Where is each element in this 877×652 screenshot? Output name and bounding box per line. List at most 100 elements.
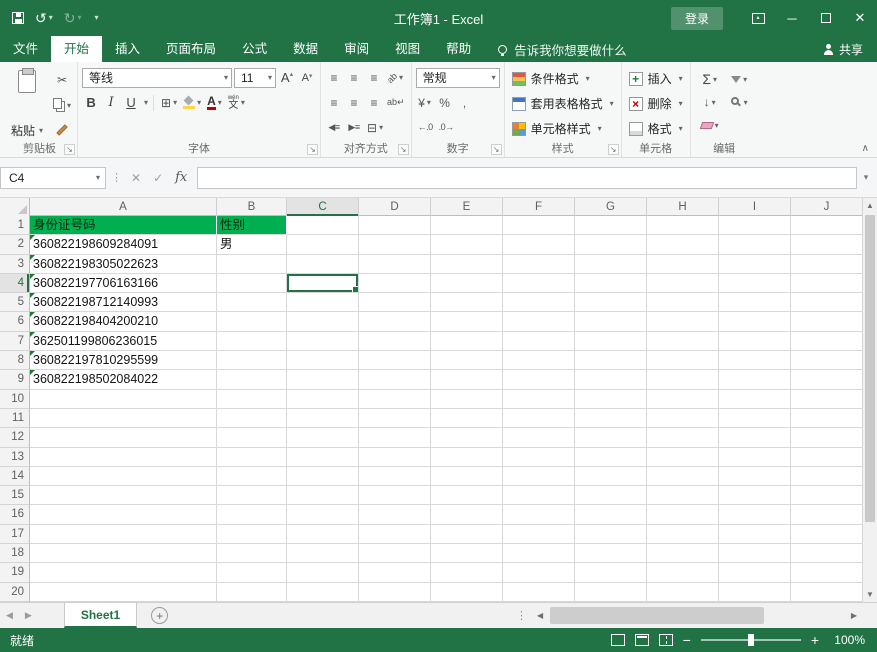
cell-J20[interactable] [791, 583, 862, 602]
cell-G1[interactable] [575, 216, 647, 235]
cell-H17[interactable] [647, 525, 719, 544]
tabbar-resize-handle[interactable]: ⋮ [516, 609, 527, 622]
cell-A20[interactable] [30, 583, 217, 602]
select-all-button[interactable] [0, 198, 30, 216]
align-top-button[interactable]: ≡ [325, 68, 343, 88]
cell-E20[interactable] [431, 583, 503, 602]
hscroll-track[interactable] [548, 603, 846, 628]
cell-H14[interactable] [647, 467, 719, 486]
cell-D8[interactable] [359, 351, 431, 370]
cell-J8[interactable] [791, 351, 862, 370]
qat-customize-button[interactable]: ▾ [93, 14, 99, 22]
cell-H8[interactable] [647, 351, 719, 370]
fill-button[interactable]: ↓▾ [699, 92, 721, 112]
cell-I10[interactable] [719, 390, 791, 409]
ribbon-tab-home[interactable]: 开始 [51, 36, 102, 62]
cell-J7[interactable] [791, 332, 862, 351]
cell-J18[interactable] [791, 544, 862, 563]
cell-J17[interactable] [791, 525, 862, 544]
cell-styles-button[interactable]: 单元格样式▾ [509, 117, 617, 140]
format-painter-button[interactable] [51, 120, 73, 140]
sheet-nav-next-icon[interactable]: ▶ [19, 610, 38, 621]
cell-G9[interactable] [575, 370, 647, 389]
save-button[interactable] [12, 12, 24, 24]
row-header-1[interactable]: 1 [0, 216, 30, 235]
cell-B6[interactable] [217, 312, 287, 331]
cell-C12[interactable] [287, 428, 359, 447]
cell-A9[interactable]: 360822198502084022 [30, 370, 217, 389]
cell-A15[interactable] [30, 486, 217, 505]
cell-C3[interactable] [287, 255, 359, 274]
cell-A5[interactable]: 360822198712140993 [30, 293, 217, 312]
cell-B18[interactable] [217, 544, 287, 563]
decrease-decimal-button[interactable]: .0→ [437, 118, 456, 138]
cell-J14[interactable] [791, 467, 862, 486]
formula-input[interactable] [197, 167, 857, 189]
cell-I12[interactable] [719, 428, 791, 447]
cell-C20[interactable] [287, 583, 359, 602]
cell-B13[interactable] [217, 448, 287, 467]
cell-B7[interactable] [217, 332, 287, 351]
insert-function-button[interactable]: fx [175, 170, 187, 185]
namebox-splitter[interactable]: ⋮ [111, 171, 122, 184]
decrease-font-size-button[interactable]: A▾ [298, 68, 316, 88]
cell-G3[interactable] [575, 255, 647, 274]
enter-icon[interactable]: ✓ [153, 171, 163, 185]
cell-F19[interactable] [503, 563, 575, 582]
cell-B17[interactable] [217, 525, 287, 544]
cell-E11[interactable] [431, 409, 503, 428]
cell-G6[interactable] [575, 312, 647, 331]
cell-D2[interactable] [359, 235, 431, 254]
cell-H5[interactable] [647, 293, 719, 312]
insert-cells-button[interactable]: 插入▾ [626, 67, 686, 90]
cell-C7[interactable] [287, 332, 359, 351]
cell-D15[interactable] [359, 486, 431, 505]
cell-G15[interactable] [575, 486, 647, 505]
row-header-18[interactable]: 18 [0, 544, 30, 563]
cell-I4[interactable] [719, 274, 791, 293]
cell-H7[interactable] [647, 332, 719, 351]
cell-F9[interactable] [503, 370, 575, 389]
cell-F16[interactable] [503, 505, 575, 524]
cell-A3[interactable]: 360822198305022623 [30, 255, 217, 274]
cell-H11[interactable] [647, 409, 719, 428]
cell-H10[interactable] [647, 390, 719, 409]
cell-C9[interactable] [287, 370, 359, 389]
hscroll-left-icon[interactable]: ◀ [532, 611, 548, 620]
vscroll-track[interactable] [863, 213, 877, 587]
cell-G7[interactable] [575, 332, 647, 351]
align-center-button[interactable]: ≡ [345, 93, 363, 113]
cell-I17[interactable] [719, 525, 791, 544]
align-bottom-button[interactable]: ≡ [365, 68, 383, 88]
cell-A11[interactable] [30, 409, 217, 428]
cell-G20[interactable] [575, 583, 647, 602]
orientation-button[interactable]: ab▾ [385, 68, 405, 88]
cell-A16[interactable] [30, 505, 217, 524]
row-header-2[interactable]: 2 [0, 235, 30, 254]
cell-G14[interactable] [575, 467, 647, 486]
font-dialog-launcher[interactable]: ↘ [307, 144, 318, 155]
cell-H19[interactable] [647, 563, 719, 582]
cell-A19[interactable] [30, 563, 217, 582]
align-left-button[interactable]: ≡ [325, 93, 343, 113]
align-right-button[interactable]: ≡ [365, 93, 383, 113]
ribbon-tab-review[interactable]: 审阅 [331, 36, 382, 62]
column-header-C[interactable]: C [287, 198, 359, 216]
cell-F5[interactable] [503, 293, 575, 312]
row-header-4[interactable]: 4 [0, 274, 30, 293]
cell-F7[interactable] [503, 332, 575, 351]
cell-G4[interactable] [575, 274, 647, 293]
row-header-10[interactable]: 10 [0, 390, 30, 409]
ribbon-tab-formulas[interactable]: 公式 [229, 36, 280, 62]
ribbon-display-options-button[interactable]: ▴ [741, 0, 775, 36]
ribbon-tab-file[interactable]: 文件 [0, 36, 51, 62]
zoom-slider[interactable] [701, 639, 801, 641]
sheet-tab-sheet1[interactable]: Sheet1 [64, 603, 137, 628]
row-header-8[interactable]: 8 [0, 351, 30, 370]
cell-B2[interactable]: 男 [217, 235, 287, 254]
column-header-E[interactable]: E [431, 198, 503, 216]
cell-E16[interactable] [431, 505, 503, 524]
vscroll-down-icon[interactable]: ▼ [863, 587, 877, 602]
underline-button[interactable]: U [122, 93, 140, 113]
cell-D4[interactable] [359, 274, 431, 293]
